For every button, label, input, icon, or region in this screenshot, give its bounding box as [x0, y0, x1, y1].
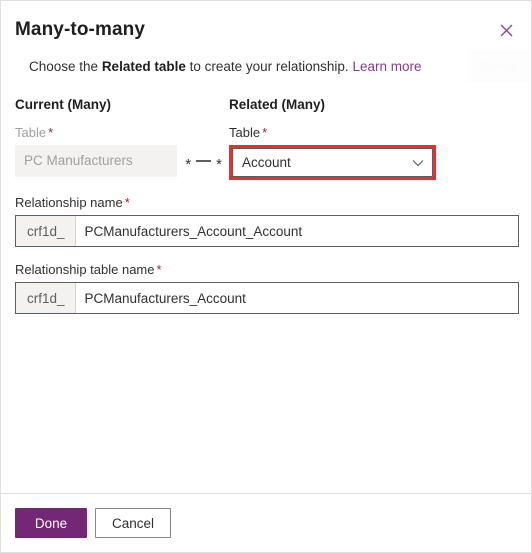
close-button[interactable]	[491, 15, 521, 45]
done-button[interactable]: Done	[15, 508, 87, 538]
many-to-many-dialog: Many-to-many Cancel Choose the Related t…	[0, 0, 532, 553]
required-asterisk: *	[156, 262, 162, 277]
relationship-name-label-text: Relationship name	[15, 195, 123, 210]
relationship-name-input-group: crf1d_	[15, 215, 519, 247]
cardinality-dash-icon	[196, 160, 212, 162]
subtitle-emphasis: Related table	[101, 59, 186, 74]
relationship-table-name-label-text: Relationship table name	[15, 262, 155, 277]
relationship-table-name-label: Relationship table name *	[15, 261, 517, 278]
current-table-label-text: Table	[15, 125, 47, 140]
table-selection-row: Current (Many) Table * PC Manufacturers *…	[15, 96, 517, 180]
current-table-input: PC Manufacturers	[15, 145, 178, 177]
related-table-column: Related (Many) Table * Account	[229, 96, 517, 180]
page-title: Many-to-many	[15, 19, 145, 40]
current-table-column: Current (Many) Table * PC Manufacturers *…	[15, 96, 229, 180]
current-table-label: Table *	[15, 124, 229, 141]
required-asterisk: *	[48, 125, 54, 140]
learn-more-link[interactable]: Learn more	[352, 59, 421, 74]
cardinality-left-star: *	[185, 155, 192, 173]
dialog-subtitle: Choose the Related table to create your …	[29, 57, 503, 76]
relationship-name-label: Relationship name *	[15, 194, 517, 211]
relationship-table-name-input[interactable]	[75, 283, 518, 313]
related-table-dropdown[interactable]: Account	[232, 148, 433, 177]
cancel-button[interactable]: Cancel	[95, 508, 172, 538]
dialog-body: Current (Many) Table * PC Manufacturers *…	[1, 76, 531, 493]
relationship-table-name-field: Relationship table name * crf1d_	[15, 261, 519, 314]
current-column-heading: Current (Many)	[15, 97, 112, 112]
cardinality-right-star: *	[216, 155, 222, 173]
related-table-label: Table *	[229, 124, 517, 141]
dialog-header: Many-to-many Cancel Choose the Related t…	[1, 1, 531, 82]
relationship-name-prefix: crf1d_	[16, 216, 76, 246]
current-table-row: PC Manufacturers * *	[15, 145, 229, 177]
close-icon	[500, 24, 513, 37]
required-asterisk: *	[262, 125, 268, 140]
subtitle-trail: to create your relationship.	[185, 59, 353, 74]
chevron-down-icon	[412, 154, 424, 172]
relationship-name-input[interactable]	[75, 216, 518, 246]
related-table-highlight: Account	[229, 145, 436, 180]
cardinality-indicator: * *	[185, 154, 222, 173]
related-table-label-text: Table	[229, 125, 261, 140]
relationship-table-name-prefix: crf1d_	[16, 283, 76, 313]
related-column-heading: Related (Many)	[229, 97, 326, 112]
related-table-selected-value: Account	[242, 155, 291, 170]
relationship-table-name-input-group: crf1d_	[15, 282, 519, 314]
subtitle-lead: Choose the	[29, 59, 102, 74]
dialog-footer: Done Cancel	[1, 493, 531, 552]
relationship-name-field: Relationship name * crf1d_	[15, 194, 519, 247]
required-asterisk: *	[124, 195, 130, 210]
